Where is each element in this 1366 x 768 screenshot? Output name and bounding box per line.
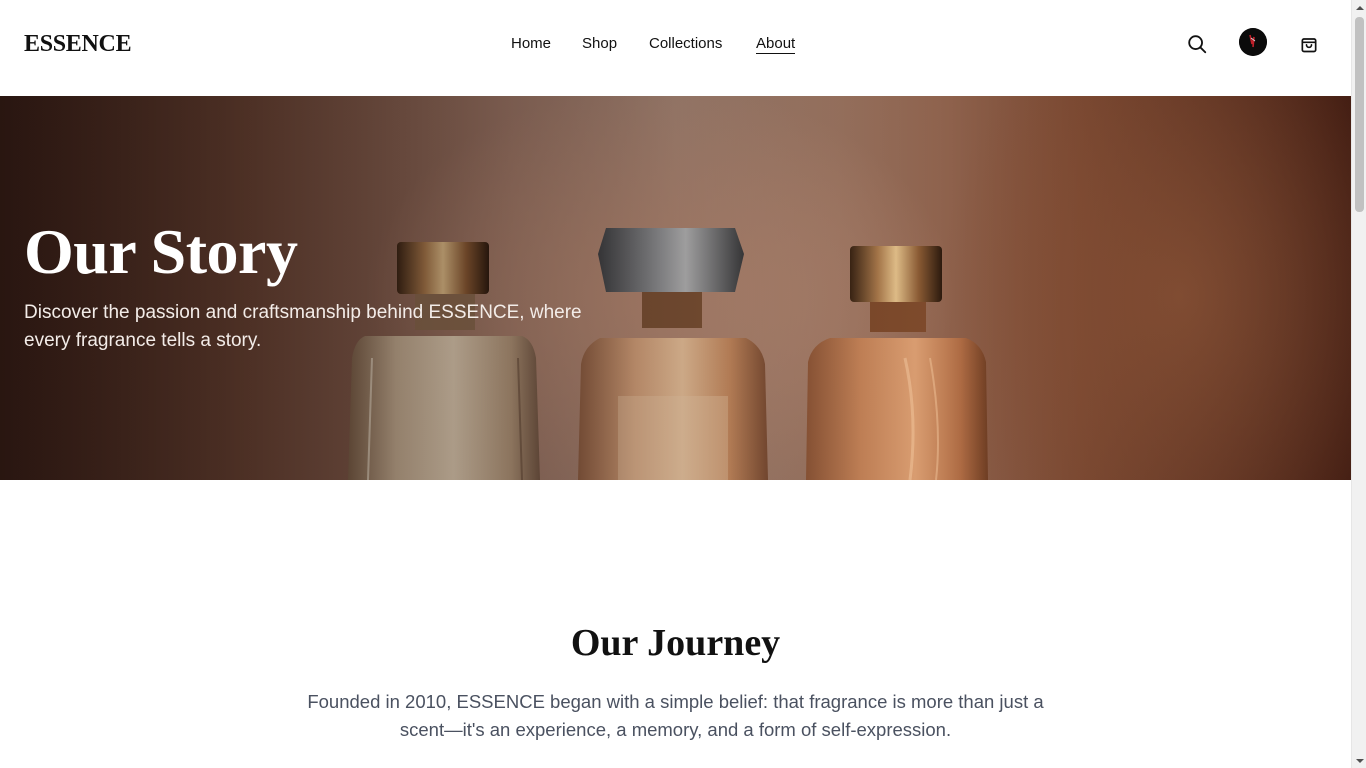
nav-shop[interactable]: Shop: [582, 35, 617, 52]
site-header: ESSENCE Home Shop Collections About: [0, 0, 1351, 96]
hero-subtitle: Discover the passion and craftsmanship b…: [24, 302, 582, 351]
shopping-bag-icon: [1301, 38, 1317, 53]
scroll-up-arrow-icon[interactable]: [1352, 0, 1366, 15]
nav-collections[interactable]: Collections: [649, 35, 722, 52]
journey-title: Our Journey: [570, 622, 781, 664]
cart-button[interactable]: [1295, 30, 1323, 58]
page-scrollbar[interactable]: [1351, 0, 1366, 768]
scrollbar-thumb[interactable]: [1355, 17, 1364, 212]
search-button[interactable]: [1183, 30, 1211, 58]
hero-title: Our Story: [24, 216, 298, 287]
scroll-down-arrow-icon[interactable]: [1352, 753, 1366, 768]
site-logo[interactable]: ESSENCE: [24, 31, 132, 58]
page: ESSENCE Home Shop Collections About Our …: [0, 0, 1351, 768]
search-icon: [1188, 35, 1207, 54]
nav-about[interactable]: About: [756, 35, 796, 54]
avatar-image: [1239, 28, 1267, 56]
hero-overlay: [0, 96, 1351, 480]
nav-home[interactable]: Home: [511, 35, 551, 52]
journey-text: Founded in 2010, ESSENCE began with a si…: [307, 691, 1044, 740]
avatar[interactable]: [1239, 28, 1267, 56]
hero-banner: Our Story Discover the passion and craft…: [0, 96, 1351, 480]
